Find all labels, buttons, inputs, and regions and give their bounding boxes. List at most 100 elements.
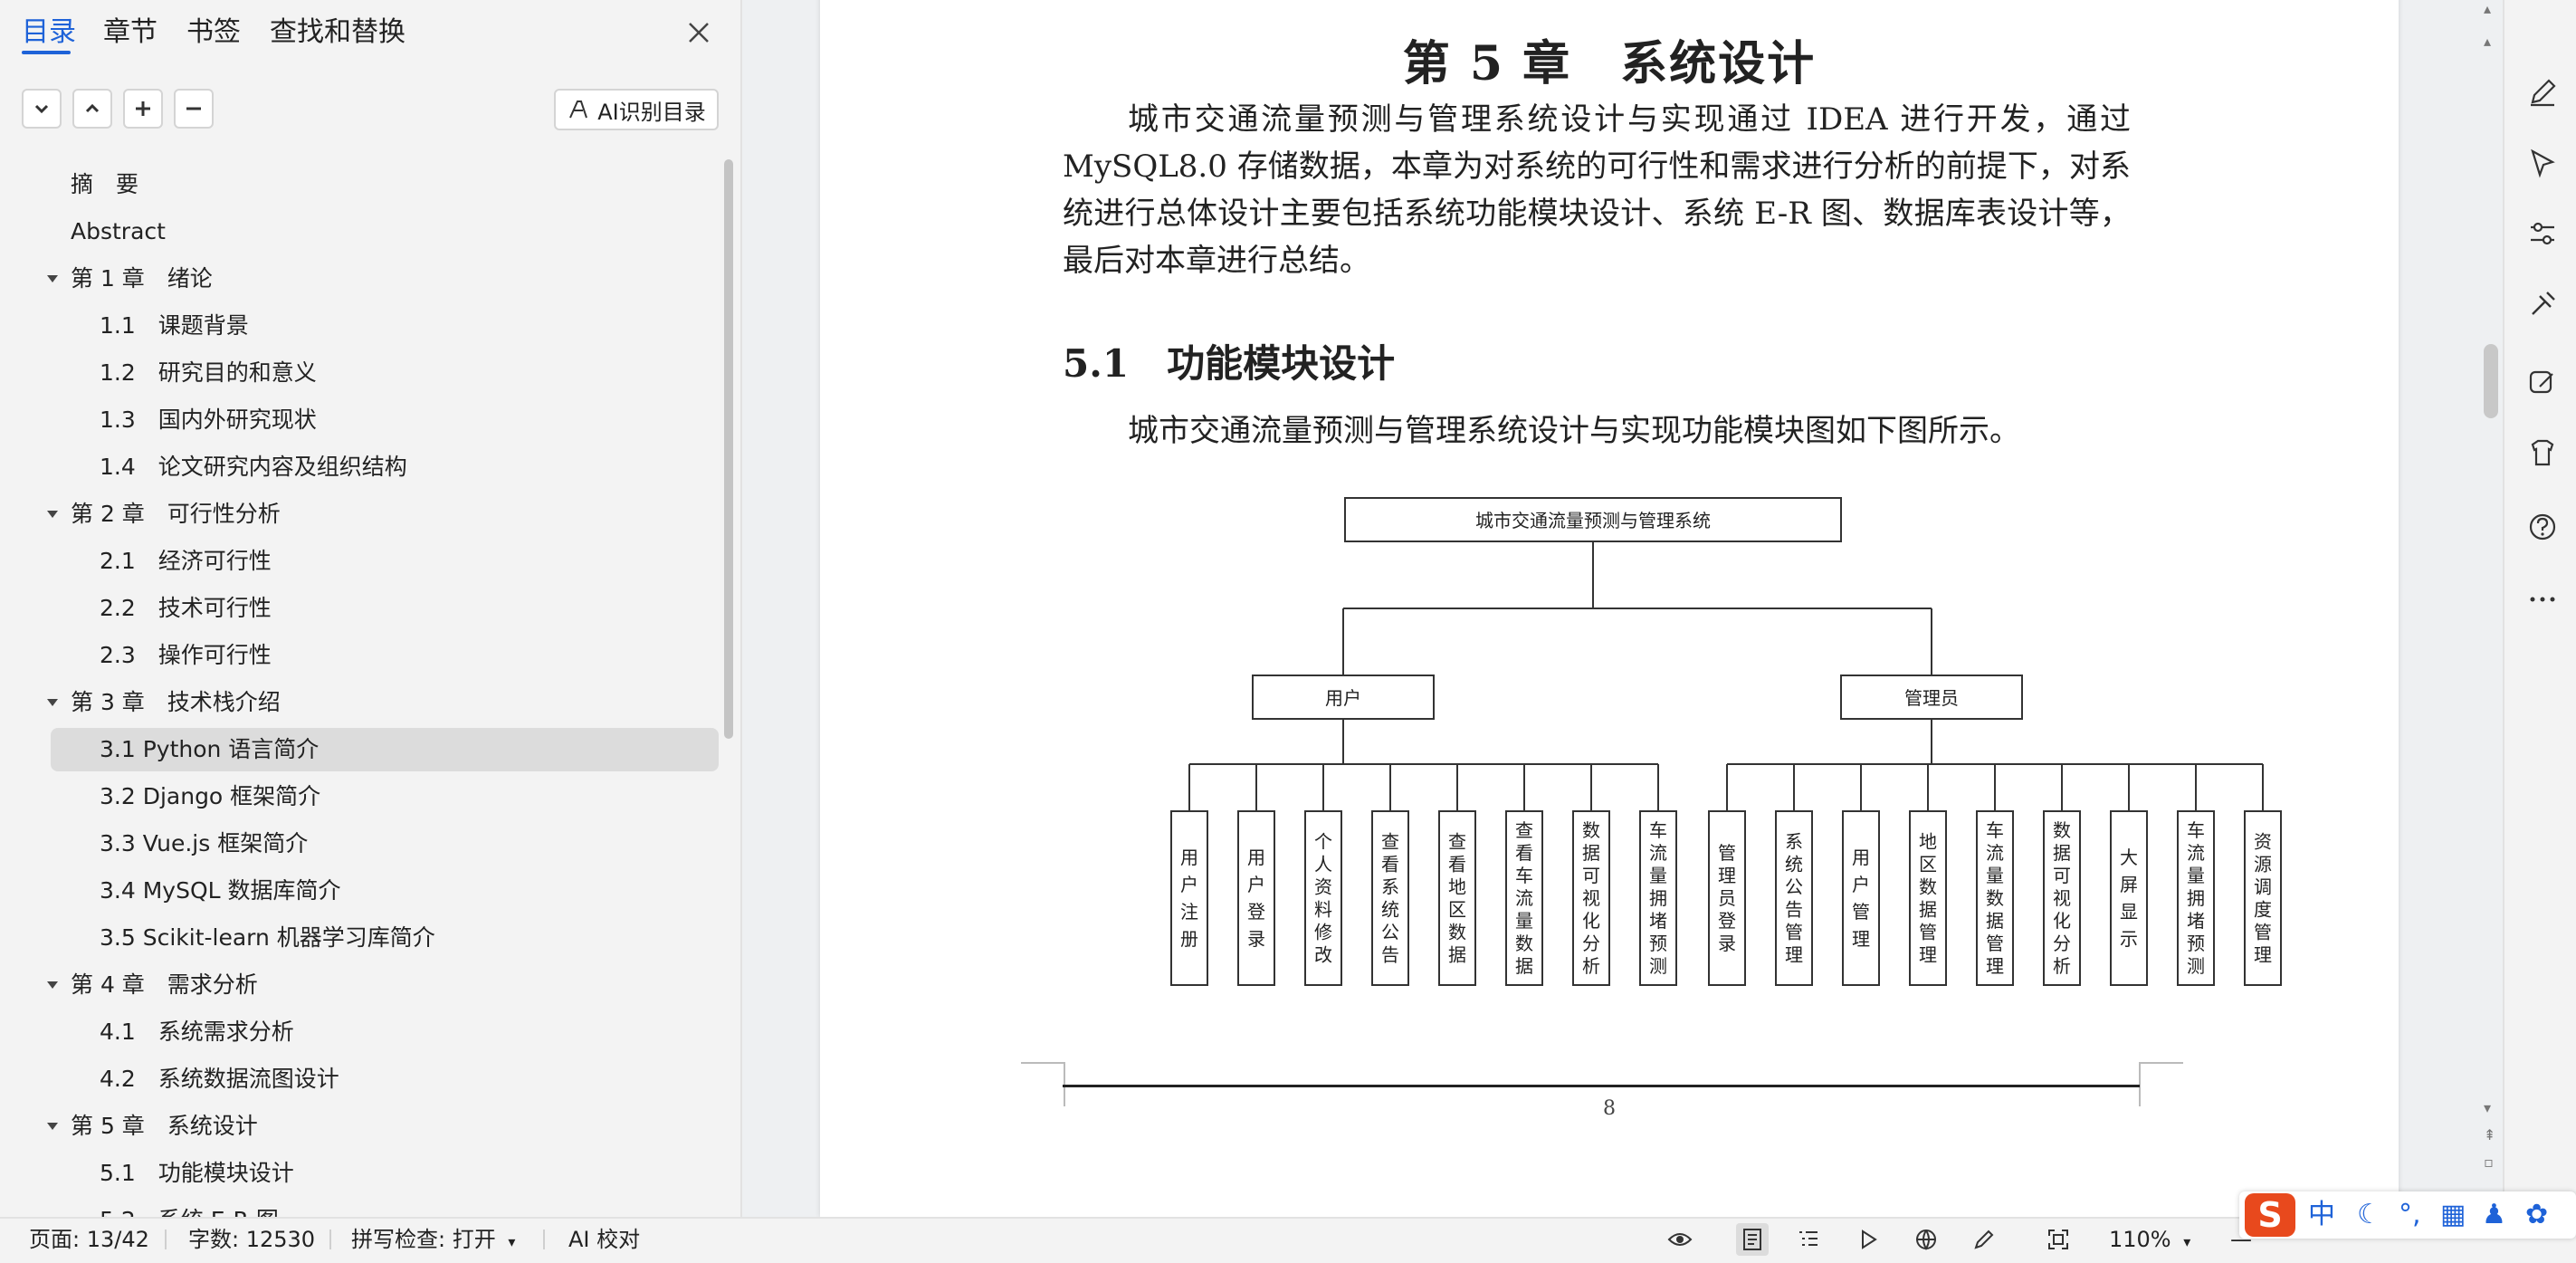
- toc-item[interactable]: 4.2 系统数据流图设计: [51, 1057, 719, 1101]
- ai-toc-button[interactable]: AI识别目录: [554, 89, 719, 130]
- toc-item-label: 第 2 章 可行性分析: [71, 501, 281, 527]
- toc-item[interactable]: 1.1 课题背景: [51, 304, 719, 348]
- toc-item[interactable]: 第 5 章 系统设计: [47, 1105, 719, 1148]
- toc-item[interactable]: 1.4 论文研究内容及组织结构: [51, 445, 719, 489]
- zoom-level: 110%: [2109, 1227, 2171, 1252]
- collapse-all-button[interactable]: [72, 89, 112, 129]
- page-indicator[interactable]: 页面: 13/42: [29, 1219, 149, 1260]
- help-button[interactable]: [2523, 507, 2562, 547]
- toc-tree: 摘 要 Abstract 第 1 章 绪论 1.1 课题背景 1.2 研究目的和意义 1.…: [0, 159, 724, 1217]
- toc-item[interactable]: 第 3 章 技术栈介绍: [47, 681, 719, 724]
- zoom-select[interactable]: 110% ▾: [2109, 1219, 2190, 1260]
- module-node-label: 查看车流量数据: [1515, 819, 1533, 977]
- eye-icon: [1667, 1233, 1693, 1246]
- document-scrollbar[interactable]: [2484, 344, 2498, 418]
- expand-caret-icon[interactable]: [42, 493, 63, 536]
- toc-item-label: 2.1 经济可行性: [100, 548, 272, 574]
- web-view-button[interactable]: [1910, 1223, 1942, 1256]
- more-button[interactable]: [2523, 579, 2562, 619]
- ime-toolbar[interactable]: S 中 ☾ °, ▦ ♟ ✿: [2239, 1191, 2576, 1239]
- toolbox-button[interactable]: [2523, 284, 2562, 324]
- toc-item[interactable]: 5.2 系统 E-R 图: [51, 1199, 719, 1217]
- toc-item[interactable]: 摘 要: [51, 163, 719, 206]
- toc-item-label: 3.3 Vue.js 框架简介: [100, 830, 309, 856]
- toc-item[interactable]: 第 4 章 需求分析: [47, 963, 719, 1007]
- expand-all-button[interactable]: [22, 89, 62, 129]
- close-panel-button[interactable]: [681, 14, 717, 51]
- adjust-tool-button[interactable]: [2523, 214, 2562, 254]
- toc-item[interactable]: 3.2 Django 框架简介: [51, 775, 719, 818]
- toc-item-label: 3.1 Python 语言简介: [100, 736, 320, 762]
- expand-caret-icon[interactable]: [42, 963, 63, 1007]
- pen-tool-button[interactable]: [2523, 72, 2562, 112]
- remove-toc-entry-button[interactable]: [174, 89, 214, 129]
- select-tool-button[interactable]: [2523, 143, 2562, 183]
- toc-item[interactable]: 3.3 Vue.js 框架简介: [51, 822, 719, 866]
- write-mode-button[interactable]: [1968, 1223, 2000, 1256]
- skin-icon[interactable]: ✿: [2525, 1199, 2548, 1231]
- tab-chapters[interactable]: 章节: [103, 13, 157, 53]
- function-module-diagram: 城市交通流量预测与管理系统用户用户注册用户登录个人资料修改查看系统公告查看地区数…: [1170, 497, 2282, 986]
- toc-item[interactable]: 3.5 Scikit-learn 机器学习库简介: [51, 916, 719, 960]
- help-icon: [2529, 513, 2556, 541]
- tab-toc[interactable]: 目录: [22, 13, 76, 53]
- toc-item-label: 2.3 操作可行性: [100, 642, 272, 668]
- toc-item[interactable]: 1.3 国内外研究现状: [51, 398, 719, 442]
- right-tool-strip: [2503, 0, 2576, 1217]
- toc-item[interactable]: 第 1 章 绪论: [47, 257, 719, 301]
- scroll-up-arrow-icon[interactable]: ▴: [2484, 0, 2491, 17]
- status-bar: 页面: 13/42 字数: 12530 拼写检查: 打开 ▾ AI 校对 110…: [0, 1217, 2576, 1260]
- ai-assistant-button[interactable]: [2523, 433, 2562, 473]
- toc-item[interactable]: Abstract: [51, 210, 719, 254]
- moon-icon[interactable]: ☾: [2357, 1199, 2381, 1231]
- tab-bookmarks[interactable]: 书签: [186, 13, 241, 53]
- toc-item-label: 1.2 研究目的和意义: [100, 359, 317, 386]
- ai-brush-icon: [569, 100, 588, 119]
- prev-page-icon[interactable]: ⇞: [2484, 1126, 2495, 1143]
- toc-item[interactable]: 3.1 Python 语言简介: [51, 728, 719, 771]
- ai-proofread-button[interactable]: AI 校对: [568, 1219, 640, 1260]
- word-count[interactable]: 字数: 12530: [188, 1219, 315, 1260]
- status-divider: [329, 1230, 331, 1249]
- toc-item-label: 4.2 系统数据流图设计: [100, 1066, 339, 1092]
- punctuation-icon[interactable]: °,: [2399, 1199, 2421, 1231]
- toc-item-label: 1.3 国内外研究现状: [100, 407, 317, 433]
- toc-item[interactable]: 2.3 操作可行性: [51, 634, 719, 677]
- module-node-label: 查看系统公告: [1381, 831, 1399, 966]
- keyboard-icon[interactable]: ▦: [2440, 1199, 2466, 1231]
- toc-item-label: 摘 要: [71, 171, 139, 197]
- page-view-button[interactable]: [1736, 1223, 1769, 1256]
- toc-item[interactable]: 5.1 功能模块设计: [51, 1152, 719, 1195]
- ime-mode-chinese[interactable]: 中: [2308, 1199, 2335, 1231]
- toc-item[interactable]: 2.1 经济可行性: [51, 540, 719, 583]
- toc-item[interactable]: 第 2 章 可行性分析: [47, 493, 719, 536]
- toc-item[interactable]: 3.4 MySQL 数据库简介: [51, 869, 719, 913]
- toc-item-label: Abstract: [71, 218, 166, 244]
- scroll-down-arrow-icon[interactable]: ▾: [2484, 1099, 2491, 1116]
- outline-view-button[interactable]: [1792, 1223, 1825, 1256]
- expand-caret-icon[interactable]: [42, 681, 63, 724]
- module-node-label: 管理员登录: [1718, 842, 1736, 954]
- expand-caret-icon[interactable]: [42, 1105, 63, 1148]
- spell-check-toggle[interactable]: 拼写检查: 打开 ▾: [351, 1219, 515, 1260]
- toc-scrollbar[interactable]: [724, 159, 733, 739]
- add-toc-entry-button[interactable]: [123, 89, 163, 129]
- reading-mode-button[interactable]: [1664, 1223, 1696, 1256]
- toc-item[interactable]: 2.2 技术可行性: [51, 587, 719, 630]
- toc-item[interactable]: 4.1 系统需求分析: [51, 1010, 719, 1054]
- tab-find-replace[interactable]: 查找和替换: [270, 13, 405, 53]
- expand-caret-icon[interactable]: [42, 257, 63, 301]
- page-square-icon[interactable]: ▫: [2484, 1153, 2494, 1171]
- play-button[interactable]: [1852, 1223, 1884, 1256]
- footer-rule: [1063, 1085, 2140, 1087]
- user-icon[interactable]: ♟: [2482, 1199, 2506, 1231]
- play-icon: [1862, 1230, 1877, 1249]
- toc-item[interactable]: 1.2 研究目的和意义: [51, 351, 719, 395]
- scroll-up-arrow-icon[interactable]: ▴: [2484, 33, 2491, 50]
- status-divider: [543, 1230, 545, 1249]
- module-node-label: 数据可视化分析: [1582, 819, 1600, 977]
- pen-icon: [2531, 79, 2556, 107]
- sogou-logo[interactable]: S: [2245, 1193, 2295, 1237]
- fit-page-button[interactable]: [2042, 1223, 2075, 1256]
- ai-edit-button[interactable]: [2523, 362, 2562, 402]
